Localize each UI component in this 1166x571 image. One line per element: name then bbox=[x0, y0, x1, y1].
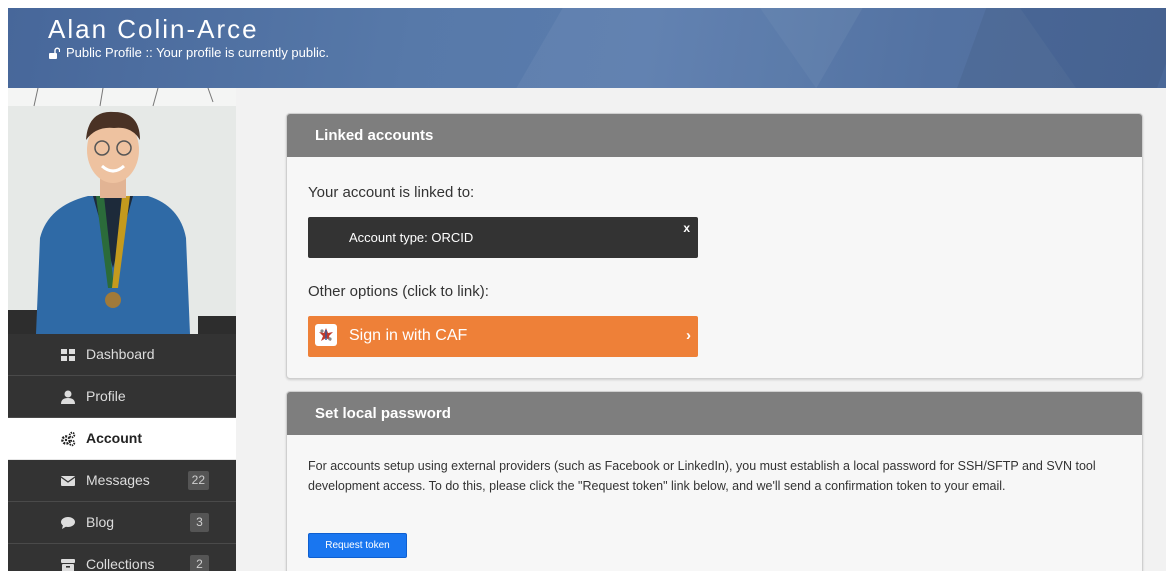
profile-header: Alan Colin-Arce Public Profile :: Your p… bbox=[8, 8, 1166, 88]
sidebar-item-dashboard[interactable]: Dashboard bbox=[8, 334, 236, 376]
sidebar-item-account[interactable]: Account bbox=[8, 418, 236, 460]
sidebar-item-messages[interactable]: Messages 22 bbox=[8, 460, 236, 502]
caf-label: Sign in with CAF bbox=[349, 327, 468, 344]
sidebar-item-label: Blog bbox=[86, 514, 115, 530]
blog-count-badge: 3 bbox=[190, 513, 209, 532]
linked-intro-text: Your account is linked to: bbox=[308, 184, 475, 201]
other-options-text: Other options (click to link): bbox=[308, 283, 489, 300]
sign-in-caf-button[interactable]: Sign in with CAF › bbox=[308, 316, 698, 357]
chevron-right-icon: › bbox=[686, 327, 691, 344]
sidebar-item-blog[interactable]: Blog 3 bbox=[8, 502, 236, 544]
user-icon bbox=[61, 390, 75, 404]
user-name: Alan Colin-Arce bbox=[48, 14, 259, 44]
set-local-password-panel: Set local password For accounts setup us… bbox=[286, 391, 1143, 571]
account-type-label: Account type: ORCID bbox=[349, 230, 474, 245]
panel-title: Set local password bbox=[287, 392, 1142, 435]
comment-icon bbox=[61, 517, 75, 529]
privacy-text: Public Profile :: Your profile is curren… bbox=[66, 45, 330, 60]
account-nav: Dashboard Profile Account Messages 22 Bl… bbox=[8, 334, 236, 571]
privacy-status: Public Profile :: Your profile is curren… bbox=[48, 45, 329, 60]
profile-photo bbox=[8, 88, 236, 334]
unlink-account-button[interactable]: x bbox=[683, 221, 690, 235]
request-token-button[interactable]: Request token bbox=[308, 533, 407, 558]
sidebar-item-label: Collections bbox=[86, 556, 155, 571]
sidebar-item-label: Messages bbox=[86, 472, 150, 488]
sidebar-item-label: Dashboard bbox=[86, 346, 155, 362]
panel-title: Linked accounts bbox=[287, 114, 1142, 157]
unlock-icon bbox=[49, 47, 60, 59]
page-frame: Alan Colin-Arce Public Profile :: Your p… bbox=[8, 8, 1166, 571]
messages-count-badge: 22 bbox=[187, 471, 209, 490]
avatar bbox=[8, 88, 236, 334]
cogs-icon bbox=[61, 431, 76, 447]
caf-logo-icon bbox=[315, 324, 337, 346]
envelope-icon bbox=[60, 476, 76, 486]
sidebar-item-label: Profile bbox=[86, 388, 126, 404]
local-password-description: For accounts setup using external provid… bbox=[308, 459, 1096, 493]
collections-count-badge: 2 bbox=[190, 555, 209, 571]
sidebar: Dashboard Profile Account Messages 22 Bl… bbox=[8, 88, 236, 571]
archive-icon bbox=[61, 559, 75, 571]
linked-account-orcid: Account type: ORCID x bbox=[308, 217, 698, 258]
dashboard-icon bbox=[61, 349, 75, 361]
sidebar-item-profile[interactable]: Profile bbox=[8, 376, 236, 418]
sidebar-item-collections[interactable]: Collections 2 bbox=[8, 544, 236, 571]
sidebar-item-label: Account bbox=[86, 430, 142, 446]
linked-accounts-panel: Linked accounts Your account is linked t… bbox=[286, 113, 1143, 379]
